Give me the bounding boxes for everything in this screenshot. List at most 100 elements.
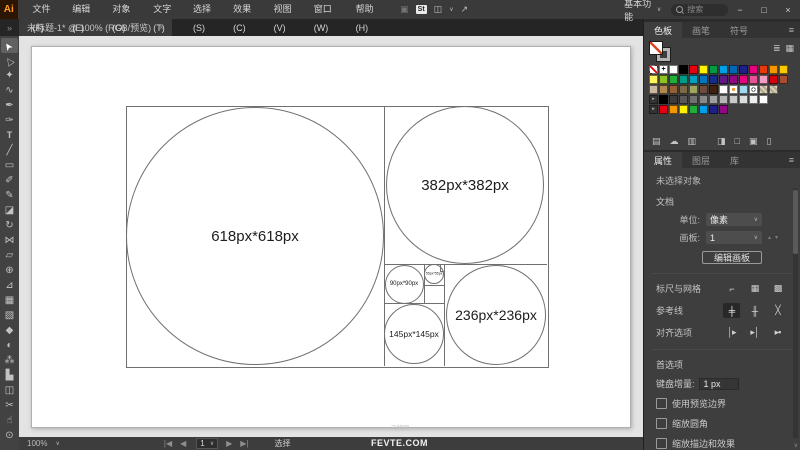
panel-menu-icon[interactable]: ≡ [783,22,800,38]
swatch[interactable] [749,75,758,84]
checkbox-1[interactable] [656,418,667,429]
swatch[interactable] [739,75,748,84]
unit-dropdown[interactable]: 像素 ∨ [706,213,762,226]
tab-swatches-2[interactable]: 符号 [720,22,758,38]
zoom-level[interactable]: 100% [27,439,47,448]
zoom-tool[interactable]: ⊙ [1,428,18,443]
window-close-button[interactable]: × [776,0,800,19]
document-layout-icon[interactable]: ◫ [434,4,443,15]
swatch[interactable] [689,95,698,104]
swatch-ring[interactable] [749,85,758,94]
share-icon[interactable]: ↗ [461,4,469,15]
type-tool[interactable]: T [1,128,18,143]
menubar-item-4[interactable]: 选择(S) [184,0,224,33]
previous-artboard-button[interactable]: ◀ [180,439,186,448]
tab-properties-0[interactable]: 属性 [644,152,683,168]
swatch[interactable] [679,95,688,104]
menubar-item-7[interactable]: 窗口(W) [305,0,347,33]
arrange-documents-icon[interactable]: ▣ [400,4,409,15]
checkbox-0[interactable] [656,398,667,409]
free-transform-tool[interactable]: ▱ [1,248,18,263]
magic-wand-tool[interactable]: ✦ [1,68,18,83]
pencil-tool[interactable]: ✎ [1,188,18,203]
workspace-switcher[interactable]: 基本功能 ∨ [624,0,661,23]
hand-tool[interactable]: ☝ [1,413,18,428]
smart-guides-icon[interactable]: ╳ [769,303,786,318]
rulers-icon[interactable]: ⌐ [723,281,740,296]
circle-618[interactable]: 618px*618px [126,107,384,365]
shape-builder-tool[interactable]: ⊕ [1,263,18,278]
perspective-grid-tool[interactable]: ⊿ [1,278,18,293]
new-swatch-icon[interactable]: ▣ [749,136,758,147]
artboard-number-field[interactable]: 1 ∨ [196,438,219,449]
swatch[interactable] [699,95,708,104]
swatch[interactable] [659,95,668,104]
zoom-caret-icon[interactable]: ∨ [55,440,59,447]
swatch[interactable] [669,85,678,94]
next-artboard-button[interactable]: ▶ [226,439,232,448]
rotate-tool[interactable]: ↻ [1,218,18,233]
toolbar-collapse-button[interactable]: » [0,19,19,36]
swatch[interactable] [709,85,718,94]
scrollbar[interactable] [793,188,798,438]
circle-55[interactable]: 55px*55px [424,264,444,284]
eraser-tool[interactable]: ◪ [1,203,18,218]
swatch[interactable] [759,65,768,74]
column-graph-tool[interactable]: ▙ [1,368,18,383]
menubar-item-5[interactable]: 效果(C) [224,0,264,33]
swatch-kinds-icon[interactable]: ▥ [688,136,697,147]
scrollbar-thumb[interactable] [793,190,798,254]
artboard-tool[interactable]: ◫ [1,383,18,398]
list-view-icon[interactable]: ≣ [773,43,781,54]
circle-382[interactable]: 382px*382px [386,106,544,264]
swatch-dot[interactable] [729,85,738,94]
swatch[interactable] [719,95,728,104]
swatch[interactable] [659,75,668,84]
swatch[interactable] [769,65,778,74]
menubar-item-2[interactable]: 对象(O) [103,0,144,33]
direct-selection-tool[interactable]: ▷ [1,53,18,68]
swatch[interactable] [729,75,738,84]
gradient-tool[interactable]: ▧ [1,308,18,323]
mesh-tool[interactable]: ▦ [1,293,18,308]
snap-to-pixel-icon[interactable]: ▸▪ [769,325,786,340]
swatch[interactable] [679,75,688,84]
swatch[interactable] [659,105,668,114]
swatch-libraries-icon[interactable]: ▤ [652,136,661,147]
lock-guides-icon[interactable]: ╫ [746,303,763,318]
swatch[interactable] [689,75,698,84]
swatch[interactable] [699,105,708,114]
swatch[interactable] [719,105,728,114]
menubar-item-6[interactable]: 视图(V) [265,0,305,33]
circle-145[interactable]: 145px*145px [384,304,444,364]
swatch[interactable] [769,75,778,84]
window-restore-button[interactable]: □ [752,0,776,19]
swatch-pat[interactable] [759,85,768,94]
swatch[interactable] [699,75,708,84]
scroll-down-icon[interactable]: ∨ [794,442,798,449]
rectangle-tool[interactable]: ▭ [1,158,18,173]
swatch[interactable] [669,105,678,114]
swatch[interactable] [699,85,708,94]
swatch[interactable] [759,75,768,84]
width-tool[interactable]: ⋈ [1,233,18,248]
fill-stroke-proxy[interactable] [649,41,671,62]
menubar-item-3[interactable]: 文字(T) [144,0,184,33]
color-group-folder[interactable]: ▸ [649,95,658,104]
swatch[interactable] [709,65,718,74]
snap-to-point-icon[interactable]: ▸│ [746,325,763,340]
swatch[interactable] [759,95,768,104]
artboard-dropdown[interactable]: 1 ∨ [706,231,762,244]
tab-swatches-1[interactable]: 画笔 [682,22,720,38]
checkbox-2[interactable] [656,438,667,449]
swatch[interactable] [749,95,758,104]
canvas[interactable]: 618px*618px 382px*382px 236px*236px 145px*1… [19,36,643,437]
artboard-up-icon[interactable]: ▴ [768,234,771,241]
grid-icon[interactable]: ▦ [746,281,763,296]
swatch[interactable] [709,105,718,114]
swatch[interactable] [719,85,728,94]
menubar-item-8[interactable]: 帮助(H) [347,0,387,33]
symbol-sprayer-tool[interactable]: ⁂ [1,353,18,368]
swatch[interactable] [779,75,788,84]
transparency-grid-icon[interactable]: ▩ [769,281,786,296]
